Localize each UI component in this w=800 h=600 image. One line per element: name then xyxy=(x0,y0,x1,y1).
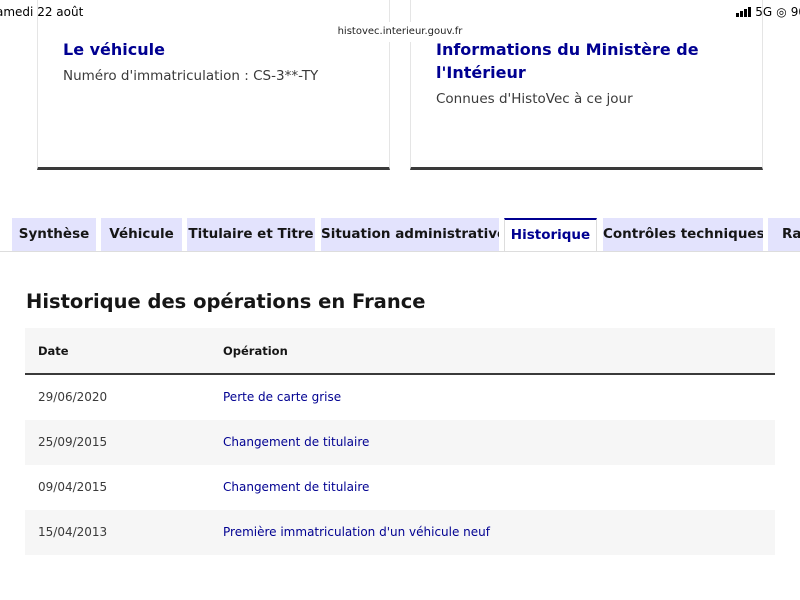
cellular-signal-icon xyxy=(736,7,752,17)
tab-controles-techniques[interactable]: Contrôles techniques xyxy=(603,218,763,251)
row-operation: Perte de carte grise xyxy=(223,390,342,404)
status-bar: amedi 22 août 5G ◎ 90 xyxy=(0,0,800,24)
table-row: 15/04/2013 Première immatriculation d'un… xyxy=(25,510,775,555)
rotation-lock-icon: ◎ xyxy=(776,5,787,19)
history-section-title: Historique des opérations en France xyxy=(26,290,426,313)
tab-vehicule[interactable]: Véhicule xyxy=(101,218,182,251)
ministry-info-card-title: Informations du Ministère de l'Intérieur xyxy=(436,40,699,82)
status-time: amedi 22 août xyxy=(0,5,84,19)
tab-situation-administrative[interactable]: Situation administrative xyxy=(321,218,499,251)
tab-rapport[interactable]: Rap xyxy=(768,218,800,251)
row-date: 25/09/2015 xyxy=(38,435,108,449)
row-operation: Changement de titulaire xyxy=(223,480,370,494)
row-date: 09/04/2015 xyxy=(38,480,108,494)
history-table-header: Date Opération xyxy=(25,328,775,375)
ministry-info-card-description: Connues d'HistoVec à ce jour xyxy=(436,91,633,107)
ministry-info-card: Informations du Ministère de l'Intérieur… xyxy=(410,0,763,170)
tab-synthese[interactable]: Synthèse xyxy=(12,218,96,251)
history-table-body: 29/06/2020 Perte de carte grise 25/09/20… xyxy=(25,375,775,555)
row-date: 29/06/2020 xyxy=(38,390,108,404)
table-row: 09/04/2015 Changement de titulaire xyxy=(25,465,775,510)
table-row: 29/06/2020 Perte de carte grise xyxy=(25,375,775,420)
tab-bar: Synthèse Véhicule Titulaire et Titre Sit… xyxy=(0,218,800,252)
status-indicators: 5G ◎ 90 xyxy=(736,5,800,19)
vehicle-card-description: Numéro d'immatriculation : CS-3**-TY xyxy=(63,68,319,84)
battery-level: 90 xyxy=(790,5,800,19)
tab-historique[interactable]: Historique xyxy=(504,218,597,252)
history-table: Date Opération 29/06/2020 Perte de carte… xyxy=(25,328,775,555)
vehicle-card-title: Le véhicule xyxy=(63,40,165,59)
row-operation: Changement de titulaire xyxy=(223,435,370,449)
column-header-operation: Opération xyxy=(223,344,288,358)
tab-titulaire-et-titre[interactable]: Titulaire et Titre xyxy=(187,218,315,251)
url-bar[interactable]: histovec.interieur.gouv.fr xyxy=(337,22,463,42)
row-operation: Première immatriculation d'un véhicule n… xyxy=(223,525,490,539)
network-type: 5G xyxy=(755,5,773,19)
table-row: 25/09/2015 Changement de titulaire xyxy=(25,420,775,465)
row-date: 15/04/2013 xyxy=(38,525,108,539)
column-header-date: Date xyxy=(38,344,69,358)
